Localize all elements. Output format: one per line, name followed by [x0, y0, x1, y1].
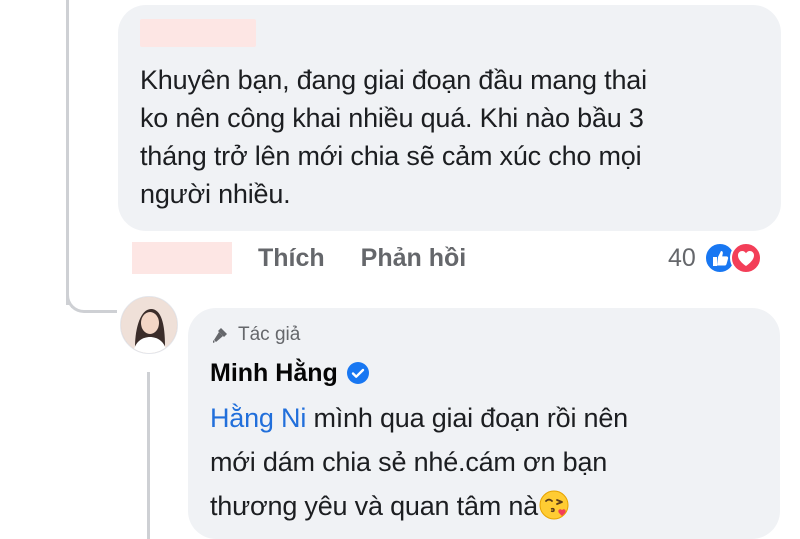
author-badge-label: Tác giả — [238, 324, 301, 345]
reply-thread-line — [147, 372, 150, 539]
microphone-icon — [213, 328, 227, 343]
reply-text-line-1: mình qua giai đoạn rồi nên — [306, 403, 628, 433]
reaction-count: 40 — [668, 243, 696, 272]
reply-text-line-2: mới dám chia sẻ nhé.cám ơn bạn — [210, 447, 608, 477]
reply-action[interactable]: Phản hồi — [361, 244, 467, 273]
author-name[interactable]: Minh Hằng — [210, 356, 758, 390]
comment-text: Khuyên bạn, đang giai đoạn đầu mang thai… — [140, 65, 647, 209]
love-reaction-icon — [729, 242, 762, 274]
comment-actions: Thích Phản hồi — [132, 240, 502, 276]
author-badge: Tác giả — [210, 322, 758, 348]
reactions-summary[interactable]: 40 — [668, 240, 762, 276]
like-action[interactable]: Thích — [258, 244, 325, 273]
reply-text-line-3: thương yêu và quan tâm nà — [210, 491, 538, 521]
avatar[interactable] — [120, 296, 178, 354]
mention-link[interactable]: Hằng Ni — [210, 403, 306, 433]
comment-bubble: Khuyên bạn, đang giai đoạn đầu mang thai… — [118, 5, 781, 231]
verified-badge-icon — [346, 361, 370, 385]
redacted-commenter-name — [140, 19, 256, 47]
face-blowing-kiss-icon — [538, 489, 570, 521]
redacted-timestamp — [132, 242, 232, 274]
thread-line — [66, 0, 69, 305]
reply-text: Hằng Ni mình qua giai đoạn rồi nên mới d… — [210, 396, 758, 528]
thread-connector — [66, 280, 117, 313]
reply-bubble: Tác giả Minh Hằng Hằng Ni mình qua giai … — [188, 308, 780, 539]
author-name-text: Minh Hằng — [210, 358, 338, 387]
